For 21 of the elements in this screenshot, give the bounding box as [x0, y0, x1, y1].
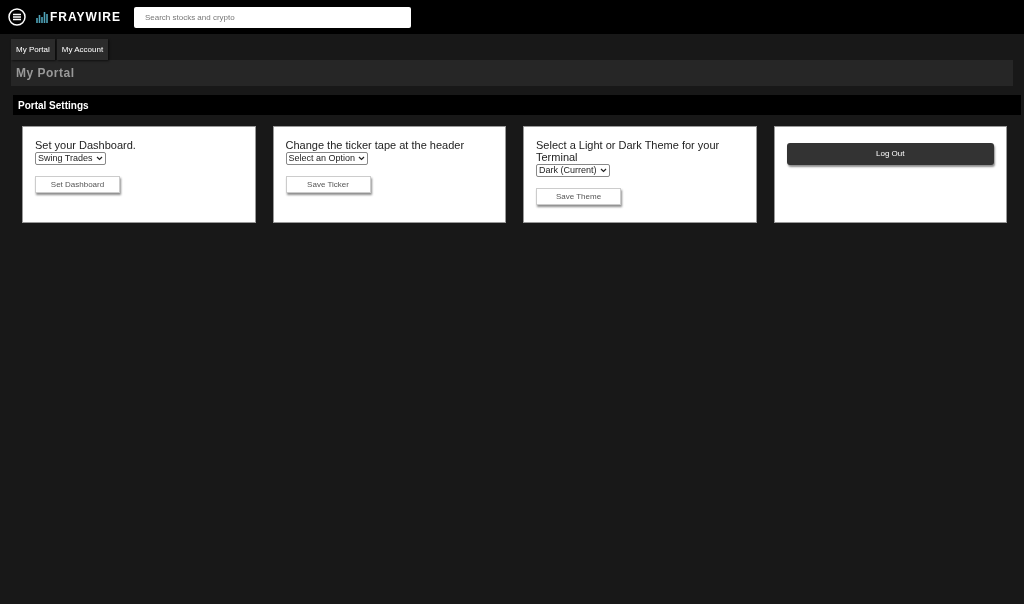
section-title: Portal Settings	[18, 98, 89, 113]
option-dropdown[interactable]: Swing Trades	[35, 152, 106, 165]
page-title: My Portal	[16, 65, 75, 82]
action-button[interactable]: Save Theme	[536, 188, 621, 205]
log-out-button[interactable]: Log Out	[786, 143, 994, 165]
brand-logo: FRAYWIRE	[50, 9, 121, 26]
search-field[interactable]: Search stocks and crypto	[133, 6, 411, 28]
caret-icon	[599, 168, 607, 173]
option-dropdown[interactable]: Dark (Current)	[536, 164, 610, 177]
nav-tab[interactable]: My Portal	[11, 39, 55, 60]
setting-label: Change the ticker tape at the header	[285, 139, 465, 151]
action-button[interactable]: Save Ticker	[285, 176, 371, 193]
caret-icon	[358, 156, 366, 161]
option-dropdown[interactable]: Select an Option	[285, 152, 369, 165]
setting-label: Set your Dashboard.	[35, 139, 136, 151]
nav-tab[interactable]: My Account	[56, 39, 109, 60]
action-button[interactable]: Set Dashboard	[35, 176, 120, 193]
logo-bars-icon	[36, 10, 48, 24]
caret-icon	[95, 156, 103, 161]
menu-icon[interactable]	[8, 8, 26, 26]
setting-label: Select a Light or Dark Theme for your Terminal	[536, 139, 721, 163]
